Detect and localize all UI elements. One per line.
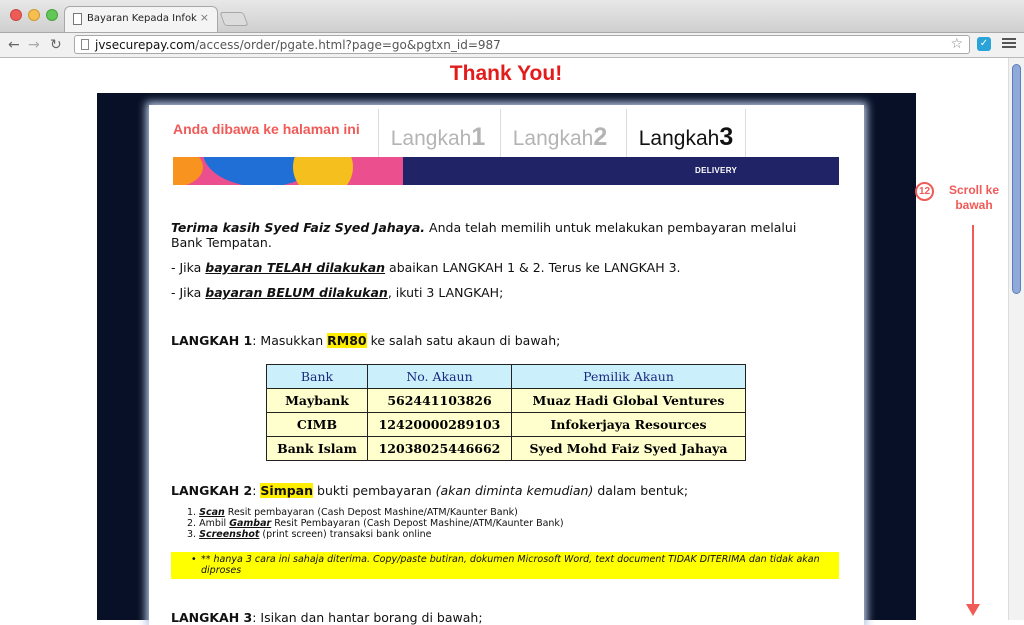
intro-label: Anda dibawa ke halaman ini [173, 121, 360, 137]
column-header: Bank [266, 364, 368, 389]
forward-button[interactable]: → [28, 37, 40, 53]
content-panel: Anda dibawa ke halaman ini Langkah1 Lang… [149, 105, 864, 625]
reload-button[interactable]: ↻ [50, 37, 62, 53]
list-item: 2. Ambil Gambar Resit Pembayaran (Cash D… [187, 518, 564, 529]
column-header: Pemilik Akaun [511, 364, 746, 389]
page-icon [81, 39, 89, 50]
warning-note: • ** hanya 3 cara ini sahaja diterima. C… [171, 552, 839, 579]
step-3-heading: LANGKAH 3: Isikan dan hantar borang di b… [171, 610, 483, 625]
progress-banner: DELIVERY [173, 157, 839, 185]
scroll-arrow-line [972, 225, 974, 607]
table-row: Maybank 562441103826 Muaz Hadi Global Ve… [266, 388, 746, 413]
browser-title-bar: Bayaran Kepada Infokerjaya × [0, 0, 1024, 33]
table-cell: Muaz Hadi Global Ventures [511, 388, 746, 413]
scroll-annotation: 12 Scroll ke bawah [915, 181, 1005, 221]
annotation-text: Scroll ke bawah [948, 183, 1000, 212]
unpaid-link[interactable]: bayaran BELUM dilakukan [205, 285, 388, 300]
greeting-paragraph: Terima kasih Syed Faiz Syed Jahaya. Anda… [171, 220, 797, 250]
vertical-scrollbar[interactable] [1008, 58, 1024, 620]
url-text[interactable]: jvsecurepay.com/access/order/pgate.html?… [95, 38, 501, 52]
table-cell: Bank Islam [266, 436, 368, 461]
step-1-heading: LANGKAH 1: Masukkan RM80 ke salah satu a… [171, 333, 561, 348]
table-cell: Infokerjaya Resources [511, 412, 746, 437]
unpaid-instruction: - Jika bayaran BELUM dilakukan, ikuti 3 … [171, 285, 504, 300]
steps-header: Anda dibawa ke halaman ini Langkah1 Lang… [173, 109, 839, 161]
browser-tab[interactable]: Bayaran Kepada Infokerjaya × [64, 6, 218, 32]
tab-title: Bayaran Kepada Infokerjaya [87, 13, 197, 24]
extension-icon[interactable]: ✓ [977, 37, 991, 51]
table-row: Bank Islam 12038025446662 Syed Mohd Faiz… [266, 436, 746, 461]
table-cell: 562441103826 [367, 388, 512, 413]
table-header-row: Bank No. Akaun Pemilik Akaun [266, 364, 746, 389]
step-2-tab: Langkah2 [500, 109, 619, 161]
banner-label: DELIVERY [695, 166, 738, 175]
bookmark-star-icon[interactable]: ☆ [950, 36, 963, 52]
scrollbar-thumb[interactable] [1012, 64, 1021, 294]
arrow-down-icon [966, 604, 980, 616]
paid-link[interactable]: bayaran TELAH dilakukan [205, 260, 385, 275]
step-1-tab: Langkah1 [378, 109, 497, 161]
list-item: 1. Scan Resit pembayaran (Cash Depost Ma… [187, 507, 518, 518]
close-window-button[interactable] [10, 9, 22, 21]
table-cell: 12420000289103 [367, 412, 512, 437]
bank-account-table: Bank No. Akaun Pemilik Akaun Maybank 562… [266, 364, 746, 461]
column-header: No. Akaun [367, 364, 512, 389]
table-cell: 12038025446662 [367, 436, 512, 461]
paid-instruction: - Jika bayaran TELAH dilakukan abaikan L… [171, 260, 681, 275]
minimize-window-button[interactable] [28, 9, 40, 21]
step-number-badge: 12 [915, 182, 934, 201]
maximize-window-button[interactable] [46, 9, 58, 21]
new-tab-button[interactable] [219, 12, 249, 26]
menu-icon[interactable] [1002, 36, 1016, 50]
thank-you-heading: Thank You! [449, 62, 563, 85]
browser-toolbar: ← → ↻ jvsecurepay.com/access/order/pgate… [0, 33, 1024, 58]
table-cell: CIMB [266, 412, 368, 437]
step-2-heading: LANGKAH 2: Simpan bukti pembayaran (akan… [171, 483, 689, 498]
step-3-tab: Langkah3 [626, 109, 746, 161]
address-bar[interactable]: jvsecurepay.com/access/order/pgate.html?… [74, 35, 970, 54]
simpan-highlight: Simpan [260, 483, 314, 498]
table-row: CIMB 12420000289103 Infokerjaya Resource… [266, 412, 746, 437]
amount-highlight: RM80 [327, 333, 367, 348]
table-cell: Syed Mohd Faiz Syed Jahaya [511, 436, 746, 461]
tab-close-icon[interactable]: × [200, 11, 209, 24]
table-cell: Maybank [266, 388, 368, 413]
proof-methods-list: 1. Scan Resit pembayaran (Cash Depost Ma… [187, 507, 564, 540]
list-item: 3. Screenshot (print screen) transaksi b… [187, 529, 432, 540]
page-icon [73, 13, 82, 25]
back-button[interactable]: ← [8, 37, 20, 53]
